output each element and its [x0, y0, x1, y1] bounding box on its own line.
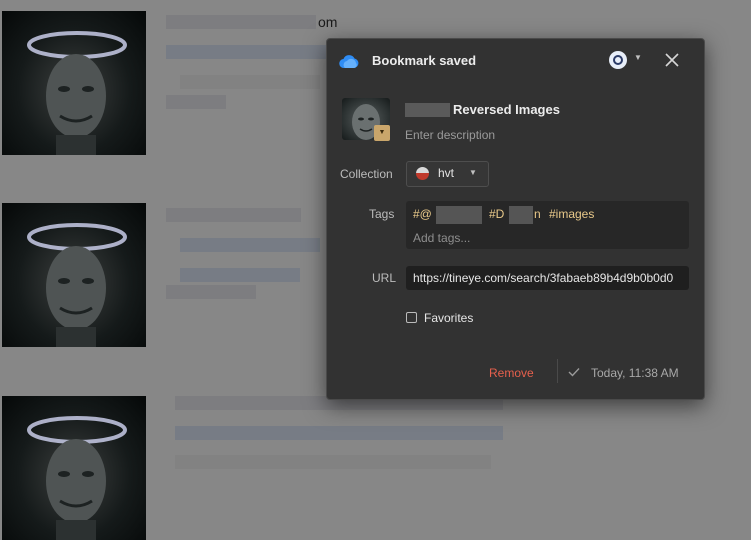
redacted-text	[166, 95, 226, 109]
cloud-logo-icon	[339, 55, 359, 69]
tags-field[interactable]: #@ #D n #images Add tags...	[406, 201, 689, 249]
favorites-checkbox[interactable]	[406, 312, 417, 323]
redacted-text	[166, 45, 326, 59]
redacted-text	[180, 75, 320, 89]
cover-dropdown-icon[interactable]: ▼	[374, 125, 390, 141]
halo-figure-icon	[27, 223, 127, 347]
redacted-text	[180, 238, 320, 252]
tag-chip[interactable]: n	[534, 207, 541, 221]
halo-figure-icon	[27, 31, 127, 155]
bookmark-title[interactable]: Reversed Images	[453, 102, 560, 117]
account-avatar-icon[interactable]	[609, 51, 627, 69]
redacted-text	[166, 15, 316, 29]
redacted-text	[180, 268, 300, 282]
description-input[interactable]: Enter description	[405, 128, 495, 142]
url-label: URL	[372, 271, 397, 285]
tag-chip[interactable]: #images	[549, 207, 594, 221]
tag-chip[interactable]: #D	[489, 207, 504, 221]
url-value: https://tineye.com/search/3fabaeb89b4d9b…	[413, 271, 674, 285]
remove-button[interactable]: Remove	[489, 366, 534, 380]
result-thumbnail-2[interactable]	[2, 203, 146, 347]
collection-label: Collection	[340, 167, 393, 181]
tags-label: Tags	[369, 207, 395, 221]
url-field[interactable]: https://tineye.com/search/3fabaeb89b4d9b…	[406, 266, 689, 290]
redacted-text	[175, 426, 503, 440]
redacted-tag	[436, 206, 482, 224]
redacted-text	[166, 208, 301, 222]
popup-title: Bookmark saved	[372, 53, 477, 68]
halo-figure-icon	[27, 416, 127, 540]
redacted-text	[166, 285, 256, 299]
saved-timestamp: Today, 11:38 AM	[591, 366, 679, 380]
chevron-down-icon: ▼	[469, 168, 477, 177]
chevron-down-icon[interactable]: ▼	[634, 53, 642, 62]
collection-icon	[416, 167, 429, 180]
result-thumbnail-1[interactable]	[2, 11, 146, 155]
favorites-label[interactable]: Favorites	[424, 311, 473, 325]
footer-divider	[557, 359, 558, 383]
collection-value: hvt	[438, 166, 455, 180]
redacted-title-part	[405, 103, 450, 117]
result-title-1[interactable]: om	[318, 14, 337, 30]
redacted-tag	[509, 206, 533, 224]
close-icon[interactable]	[663, 51, 681, 69]
collection-select[interactable]: hvt ▼	[406, 161, 489, 187]
add-tags-input[interactable]: Add tags...	[413, 231, 470, 245]
bookmark-saved-popup: Bookmark saved ▼ ▼ Reversed Images Enter…	[326, 38, 705, 400]
tag-chip[interactable]: #@	[413, 207, 432, 221]
checkmark-icon	[568, 368, 580, 377]
result-thumbnail-3[interactable]	[2, 396, 146, 540]
redacted-text	[175, 455, 491, 469]
